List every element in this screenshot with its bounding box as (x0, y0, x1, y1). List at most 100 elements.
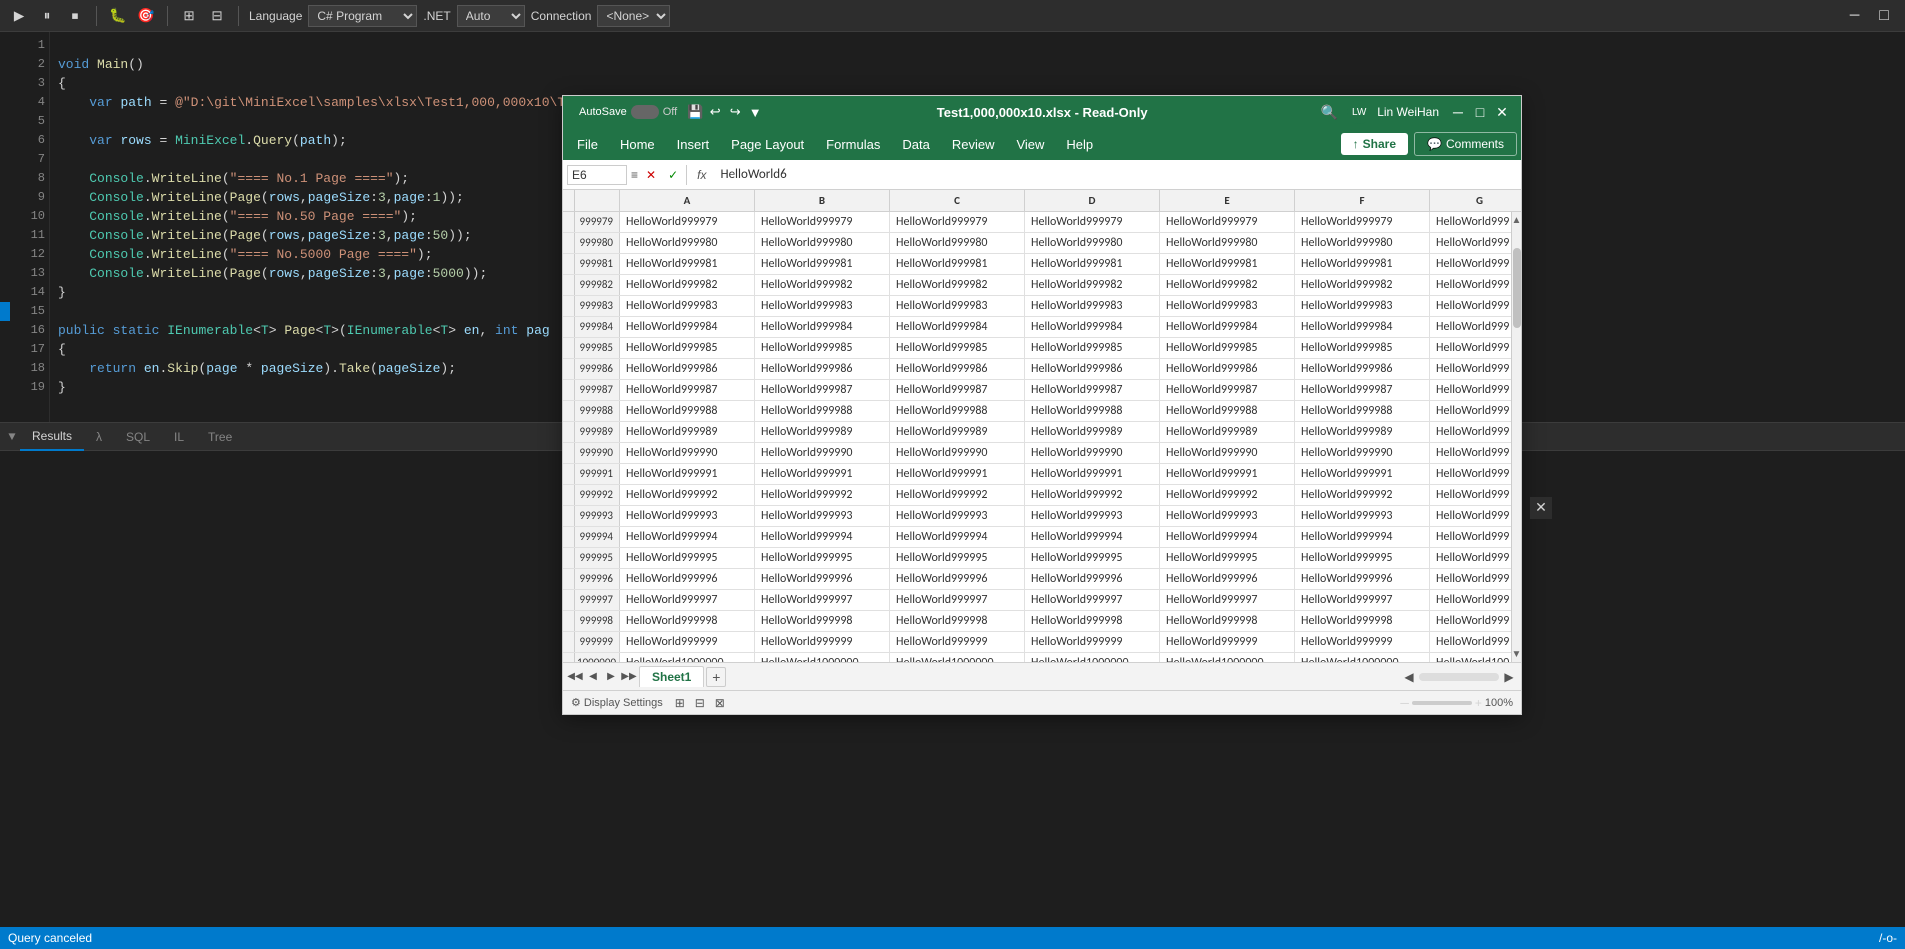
grid-cell[interactable]: HelloWorld999993 (1025, 506, 1160, 526)
tab-arrow-left[interactable]: ▼ (4, 429, 20, 445)
grid-cell[interactable]: HelloWorld999 (1430, 590, 1511, 610)
grid-cell[interactable]: HelloWorld999985 (620, 338, 755, 358)
grid-cell[interactable]: HelloWorld999993 (755, 506, 890, 526)
grid-cell[interactable]: HelloWorld999984 (755, 317, 890, 337)
grid-cell[interactable]: HelloWorld999989 (620, 422, 755, 442)
grid-cell[interactable]: HelloWorld999987 (755, 380, 890, 400)
grid-cell[interactable]: HelloWorld999988 (620, 401, 755, 421)
sheet-nav-right[interactable]: ▶▶ (621, 669, 637, 685)
grid-cell[interactable]: HelloWorld999982 (1025, 275, 1160, 295)
grid-cell[interactable]: HelloWorld999985 (890, 338, 1025, 358)
excel-minimize-button[interactable]: ─ (1447, 101, 1469, 123)
grid-cell[interactable]: HelloWorld999990 (1295, 443, 1430, 463)
tab-lambda[interactable]: λ (84, 423, 114, 451)
grid-cell[interactable]: HelloWorld999987 (1160, 380, 1295, 400)
grid-cell[interactable]: HelloWorld999992 (1025, 485, 1160, 505)
scroll-down-button[interactable]: ▼ (1513, 646, 1521, 662)
zoom-plus-icon[interactable]: + (1475, 696, 1482, 710)
hscroll-bar[interactable] (1419, 673, 1499, 681)
col-header-e[interactable]: E (1160, 190, 1295, 211)
grid-cell[interactable]: HelloWorld999981 (755, 254, 890, 274)
grid-cell[interactable]: HelloWorld999992 (620, 485, 755, 505)
grid-cell[interactable]: HelloWorld999 (1430, 317, 1511, 337)
grid-cell[interactable]: HelloWorld999995 (755, 548, 890, 568)
grid-cell[interactable]: HelloWorld999986 (890, 359, 1025, 379)
grid-cell[interactable]: HelloWorld999994 (1295, 527, 1430, 547)
grid-cell[interactable]: HelloWorld999988 (1295, 401, 1430, 421)
grid-cell[interactable]: HelloWorld999997 (755, 590, 890, 610)
grid-cell[interactable]: HelloWorld999985 (755, 338, 890, 358)
scrollbar-thumb[interactable] (1513, 248, 1521, 328)
grid-cell[interactable]: HelloWorld999999 (1295, 632, 1430, 652)
minimize-button[interactable]: ─ (1842, 5, 1868, 27)
menu-home[interactable]: Home (610, 133, 665, 156)
scroll-up-button[interactable]: ▲ (1513, 212, 1521, 228)
page-layout-view-button[interactable]: ⊟ (691, 694, 709, 712)
sheet-nav-left[interactable]: ◀◀ (567, 669, 583, 685)
grid-cell[interactable]: HelloWorld1000000 (755, 653, 890, 662)
col-header-g[interactable]: G (1430, 190, 1521, 211)
display-settings[interactable]: ⚙ Display Settings (571, 696, 663, 709)
grid-cell[interactable]: HelloWorld999 (1430, 569, 1511, 589)
maximize-button[interactable]: □ (1871, 5, 1897, 27)
grid-cell[interactable]: HelloWorld999989 (1160, 422, 1295, 442)
grid-cell[interactable]: HelloWorld999989 (890, 422, 1025, 442)
grid-cell[interactable]: HelloWorld999989 (1025, 422, 1160, 442)
grid-cell[interactable]: HelloWorld999998 (1025, 611, 1160, 631)
grid-cell[interactable]: HelloWorld999986 (1025, 359, 1160, 379)
grid-cell[interactable]: HelloWorld999993 (1295, 506, 1430, 526)
grid-cell[interactable]: HelloWorld999999 (1025, 632, 1160, 652)
grid-cell[interactable]: HelloWorld999994 (620, 527, 755, 547)
grid-cell[interactable]: HelloWorld999985 (1025, 338, 1160, 358)
grid-cell[interactable]: HelloWorld999982 (620, 275, 755, 295)
grid-cell[interactable]: HelloWorld999986 (620, 359, 755, 379)
excel-close-button[interactable]: ✕ (1491, 101, 1513, 123)
grid-cell[interactable]: HelloWorld999987 (1295, 380, 1430, 400)
grid-cell[interactable]: HelloWorld999 (1430, 380, 1511, 400)
grid-cell[interactable]: HelloWorld999996 (1160, 569, 1295, 589)
grid-cell[interactable]: HelloWorld999 (1430, 338, 1511, 358)
grid-cell[interactable]: HelloWorld999990 (1160, 443, 1295, 463)
grid-cell[interactable]: HelloWorld999991 (1025, 464, 1160, 484)
grid-cell[interactable]: HelloWorld999999 (1160, 632, 1295, 652)
grid-cell[interactable]: HelloWorld999983 (1025, 296, 1160, 316)
excel-maximize-button[interactable]: □ (1469, 101, 1491, 123)
grid-cell[interactable]: HelloWorld999990 (755, 443, 890, 463)
menu-help[interactable]: Help (1056, 133, 1103, 156)
col-header-c[interactable]: C (890, 190, 1025, 211)
grid-cell[interactable]: HelloWorld999980 (1160, 233, 1295, 253)
grid-cell[interactable]: HelloWorld999998 (620, 611, 755, 631)
grid-cell[interactable]: HelloWorld999 (1430, 401, 1511, 421)
grid-cell[interactable]: HelloWorld999988 (755, 401, 890, 421)
grid-cell[interactable]: HelloWorld999984 (1295, 317, 1430, 337)
grid-cell[interactable]: HelloWorld999997 (620, 590, 755, 610)
grid-cell[interactable]: HelloWorld999982 (1295, 275, 1430, 295)
grid-cell[interactable]: HelloWorld999991 (1160, 464, 1295, 484)
grid-cell[interactable]: HelloWorld999981 (1025, 254, 1160, 274)
formula-more-icon[interactable]: ≡ (631, 168, 638, 182)
grid-cell[interactable]: HelloWorld100 (1430, 653, 1511, 662)
language-select[interactable]: C# Program C# Expression SQL (308, 5, 417, 27)
select-all-corner[interactable] (575, 190, 620, 211)
grid-cell[interactable]: HelloWorld999997 (1160, 590, 1295, 610)
menu-data[interactable]: Data (892, 133, 939, 156)
grid-cell[interactable]: HelloWorld999995 (890, 548, 1025, 568)
grid-cell[interactable]: HelloWorld999995 (620, 548, 755, 568)
grid-cell[interactable]: HelloWorld999983 (620, 296, 755, 316)
menu-insert[interactable]: Insert (667, 133, 720, 156)
grid-cell[interactable]: HelloWorld999999 (755, 632, 890, 652)
grid-cell[interactable]: HelloWorld999991 (1295, 464, 1430, 484)
grid-cell[interactable]: HelloWorld999992 (1295, 485, 1430, 505)
menu-view[interactable]: View (1006, 133, 1054, 156)
grid-cell[interactable]: HelloWorld1000000 (1295, 653, 1430, 662)
target-button[interactable]: 🎯 (135, 5, 157, 27)
grid-cell[interactable]: HelloWorld999995 (1160, 548, 1295, 568)
grid-cell[interactable]: HelloWorld999983 (1295, 296, 1430, 316)
close-button[interactable]: ✕ (1901, 4, 1905, 28)
grid-cell[interactable]: HelloWorld999981 (890, 254, 1025, 274)
excel-search-icon[interactable]: 🔍 (1319, 102, 1339, 122)
grid-cell[interactable]: HelloWorld999979 (1295, 212, 1430, 232)
grid-cell[interactable]: HelloWorld999 (1430, 443, 1511, 463)
hscroll-left[interactable]: ◀ (1401, 669, 1417, 685)
grid-cell[interactable]: HelloWorld999998 (755, 611, 890, 631)
